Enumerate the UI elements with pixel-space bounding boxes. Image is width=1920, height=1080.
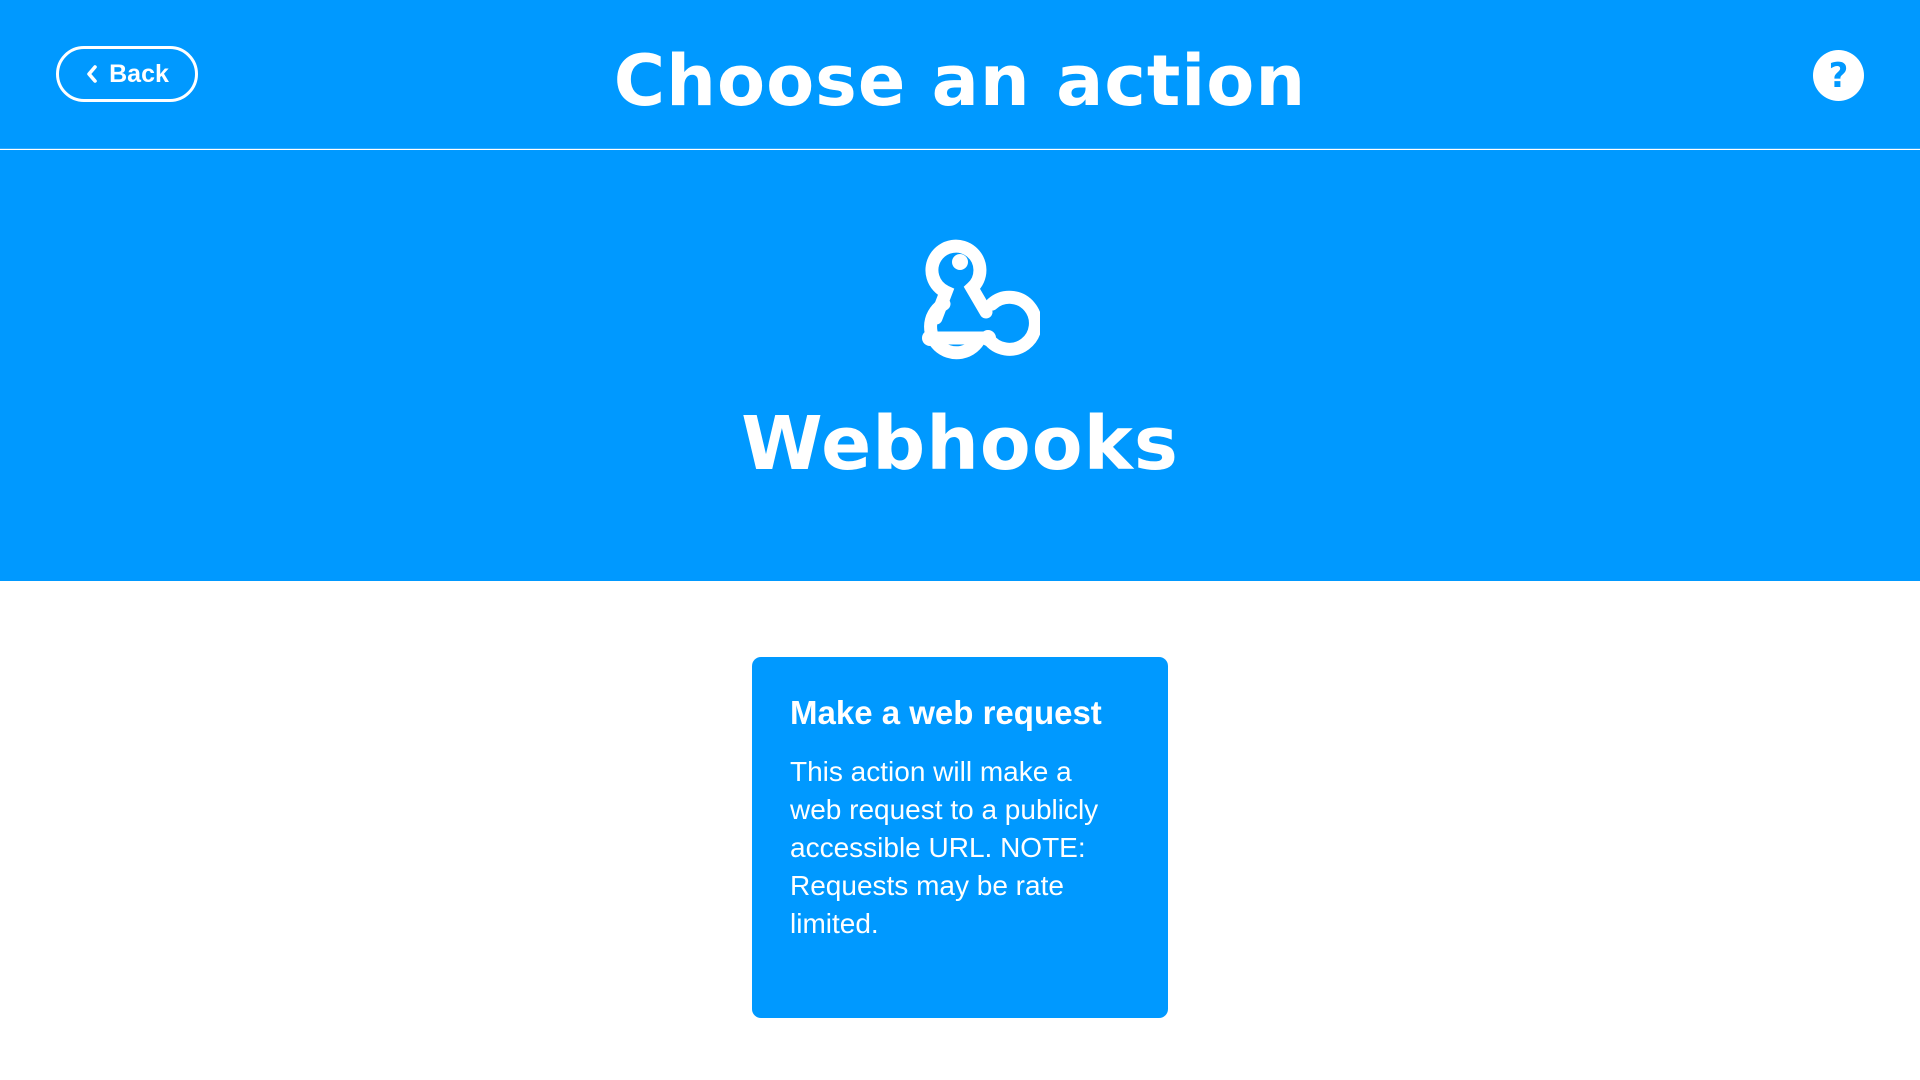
page-title: Choose an action	[613, 40, 1307, 122]
help-icon: ?	[1828, 55, 1849, 96]
header-bar: Back Choose an action ?	[0, 0, 1920, 149]
webhooks-icon	[880, 220, 1042, 370]
action-title: Make a web request	[790, 694, 1102, 731]
action-description: This action will make a web request to a…	[790, 756, 1099, 939]
service-hero: Webhooks	[0, 150, 1920, 581]
help-button[interactable]: ?	[1813, 50, 1864, 101]
service-name: Webhooks	[741, 401, 1179, 487]
action-card-make-web-request[interactable]: Make a web request This action will make…	[752, 657, 1168, 1018]
